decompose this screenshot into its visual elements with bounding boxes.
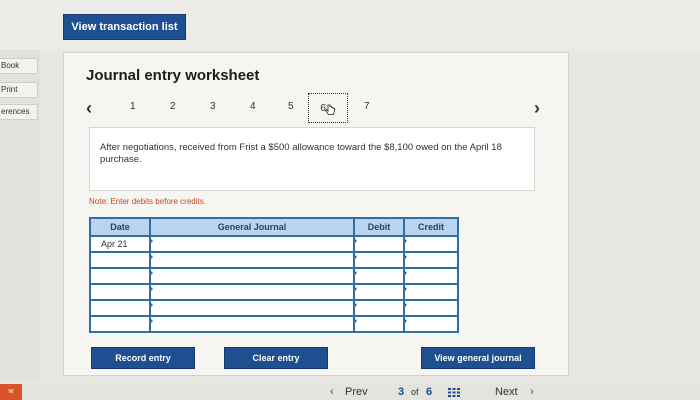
page-4[interactable]: 4 bbox=[250, 101, 256, 112]
credit-cell[interactable] bbox=[403, 283, 459, 301]
chevron-right-icon[interactable]: › bbox=[534, 97, 540, 119]
account-cell[interactable] bbox=[149, 251, 355, 269]
journal-table: Date General Journal Debit Credit Apr 21 bbox=[89, 217, 459, 333]
account-cell[interactable] bbox=[149, 299, 355, 317]
hand-cursor-icon bbox=[324, 104, 335, 115]
instruction-text: After negotiations, received from Frist … bbox=[100, 142, 502, 165]
rail-item-print[interactable]: Print bbox=[0, 82, 38, 98]
account-cell[interactable] bbox=[149, 267, 355, 285]
table-row bbox=[89, 315, 459, 333]
date-cell[interactable] bbox=[89, 251, 151, 269]
account-cell[interactable] bbox=[149, 283, 355, 301]
date-cell[interactable] bbox=[89, 267, 151, 285]
page-of-label: of bbox=[411, 387, 419, 397]
next-chevron-icon[interactable]: › bbox=[530, 386, 534, 398]
page-7[interactable]: 7 bbox=[364, 101, 370, 112]
credit-cell[interactable] bbox=[403, 315, 459, 333]
table-row bbox=[89, 267, 459, 285]
credit-cell[interactable] bbox=[403, 251, 459, 269]
header-credit: Credit bbox=[403, 217, 459, 237]
note-text: Note: Enter debits before credits. bbox=[89, 197, 206, 206]
rail-item-book[interactable]: Book bbox=[0, 58, 38, 74]
bottom-nav-bar: w ‹ Prev 3 of 6 Next › bbox=[0, 384, 700, 400]
rail-item-references[interactable]: erences bbox=[0, 104, 38, 120]
date-cell[interactable]: Apr 21 bbox=[89, 235, 151, 253]
header-date: Date bbox=[89, 217, 151, 237]
date-cell[interactable] bbox=[89, 283, 151, 301]
top-bar: View transaction list bbox=[0, 0, 700, 50]
credit-cell[interactable] bbox=[403, 235, 459, 253]
chevron-left-icon[interactable]: ‹ bbox=[86, 97, 92, 119]
table-header-row: Date General Journal Debit Credit bbox=[89, 217, 459, 237]
total-pages: 6 bbox=[426, 386, 433, 398]
account-cell[interactable] bbox=[149, 235, 355, 253]
left-badge[interactable]: w bbox=[0, 384, 22, 400]
next-button[interactable]: Next bbox=[495, 386, 518, 398]
page-3[interactable]: 3 bbox=[210, 101, 216, 112]
header-debit: Debit bbox=[353, 217, 405, 237]
view-general-journal-button[interactable]: View general journal bbox=[421, 347, 535, 369]
page-title: Journal entry worksheet bbox=[86, 67, 260, 84]
debit-cell[interactable] bbox=[353, 315, 405, 333]
page-6-active[interactable]: 6 bbox=[308, 93, 348, 123]
prev-button[interactable]: Prev bbox=[345, 386, 368, 398]
page-5[interactable]: 5 bbox=[288, 101, 294, 112]
page-1[interactable]: 1 bbox=[130, 101, 136, 112]
debit-cell[interactable] bbox=[353, 283, 405, 301]
header-general-journal: General Journal bbox=[149, 217, 355, 237]
debit-cell[interactable] bbox=[353, 251, 405, 269]
table-row bbox=[89, 251, 459, 269]
table-row: Apr 21 bbox=[89, 235, 459, 253]
grid-icon[interactable] bbox=[448, 388, 460, 397]
instruction-box: After negotiations, received from Frist … bbox=[89, 127, 535, 191]
view-transaction-list-button[interactable]: View transaction list bbox=[63, 14, 186, 40]
date-cell[interactable] bbox=[89, 299, 151, 317]
credit-cell[interactable] bbox=[403, 299, 459, 317]
account-cell[interactable] bbox=[149, 315, 355, 333]
table-row bbox=[89, 299, 459, 317]
journal-worksheet-panel: Journal entry worksheet ‹ 1 2 3 4 5 6 7 … bbox=[63, 52, 569, 376]
page-2[interactable]: 2 bbox=[170, 101, 176, 112]
table-row bbox=[89, 283, 459, 301]
clear-entry-button[interactable]: Clear entry bbox=[224, 347, 328, 369]
debit-cell[interactable] bbox=[353, 299, 405, 317]
debit-cell[interactable] bbox=[353, 235, 405, 253]
worksheet-pager: ‹ 1 2 3 4 5 6 7 › bbox=[86, 93, 546, 123]
left-rail: Book Print erences bbox=[0, 50, 40, 380]
prev-chevron-icon[interactable]: ‹ bbox=[330, 386, 334, 398]
date-cell[interactable] bbox=[89, 315, 151, 333]
current-page: 3 bbox=[398, 386, 405, 398]
debit-cell[interactable] bbox=[353, 267, 405, 285]
credit-cell[interactable] bbox=[403, 267, 459, 285]
record-entry-button[interactable]: Record entry bbox=[91, 347, 195, 369]
